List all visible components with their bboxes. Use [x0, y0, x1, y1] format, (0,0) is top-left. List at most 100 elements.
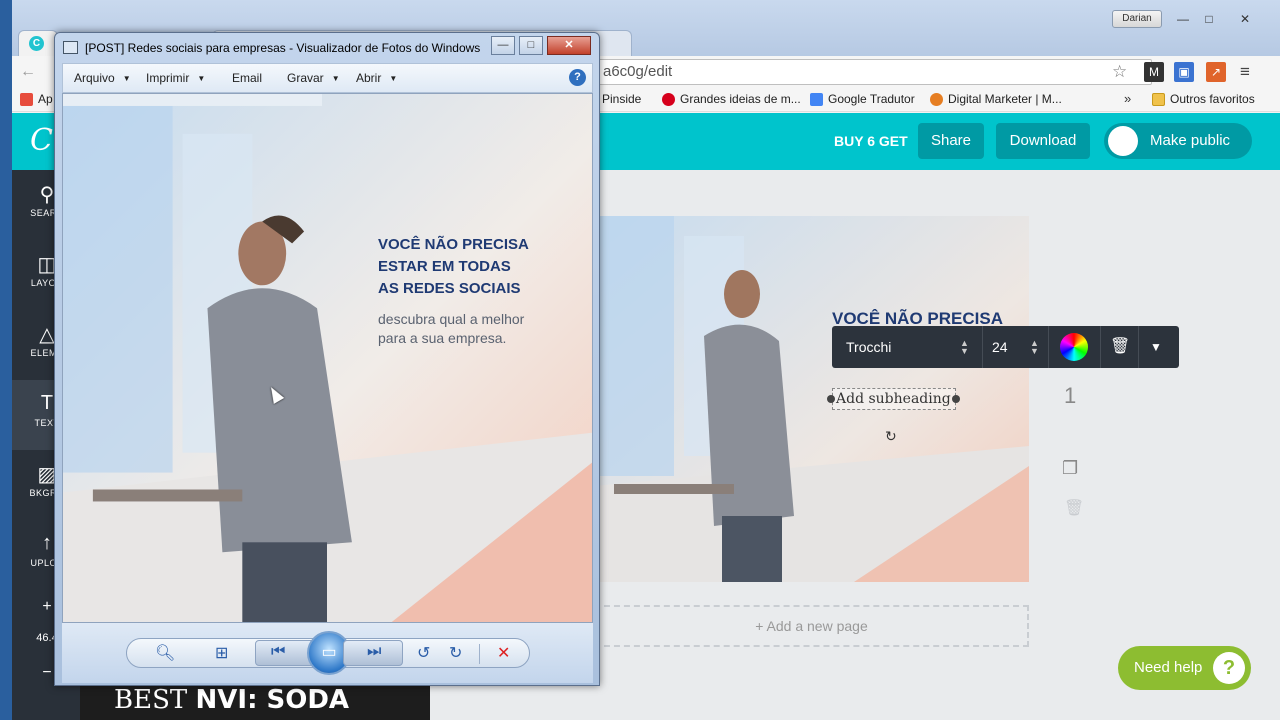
toggle-knob: [1108, 126, 1138, 156]
bookmark-star-icon[interactable]: ☆: [1112, 62, 1127, 82]
make-public-toggle[interactable]: Make public: [1104, 123, 1252, 159]
resize-handle-left[interactable]: [827, 395, 835, 403]
dropdown-arrow-icon: ▼: [197, 74, 206, 84]
resize-handle-right[interactable]: [952, 395, 960, 403]
add-page-button[interactable]: + Add a new page: [594, 605, 1029, 647]
menu-label: Abrir: [356, 71, 382, 85]
bookmark-google-tradutor[interactable]: Google Tradutor: [810, 92, 915, 106]
rotate-right-icon[interactable]: ↻: [449, 643, 462, 663]
menu-imprimir[interactable]: Imprimir ▼: [146, 71, 205, 85]
bookmark-digital-marketer[interactable]: Digital Marketer | M...: [930, 92, 1062, 106]
close-icon[interactable]: ✕: [1232, 10, 1258, 28]
bookmark-label: Outros favoritos: [1170, 92, 1255, 106]
text-format-toolbar: Trocchi ▲ ▼ 24 ▲ ▼ 🗑 ▼: [832, 326, 1179, 368]
menu-label: Email: [232, 71, 263, 85]
menu-gravar[interactable]: Gravar ▼: [287, 71, 340, 85]
toolbar-divider: [1048, 326, 1049, 368]
dropdown-arrow-icon: ▼: [389, 74, 398, 84]
promo-text[interactable]: BUY 6 GET: [834, 133, 908, 149]
zoom-magnifier-icon[interactable]: 🔍︎: [155, 643, 175, 663]
need-help-button[interactable]: Need help ?: [1118, 646, 1251, 690]
menu-abrir[interactable]: Abrir ▼: [356, 71, 397, 85]
viewer-menubar: Arquivo ▼ Imprimir ▼ Email Gravar ▼ Abrir ▼ …: [62, 63, 593, 93]
thumbnail-bold-text: NVI: SODA: [195, 685, 350, 715]
toolbar-divider: [1138, 326, 1139, 368]
bookmark-apps[interactable]: Ap: [20, 92, 53, 106]
dropdown-arrow-icon: ▼: [122, 74, 131, 84]
font-size-stepper-icon[interactable]: ▲ ▼: [1030, 339, 1039, 356]
font-select-chevron-icon[interactable]: ▲ ▼: [960, 339, 969, 356]
need-help-label: Need help: [1134, 659, 1203, 676]
menu-label: Arquivo: [74, 71, 115, 85]
post-photo: [63, 94, 592, 622]
font-family-select[interactable]: Trocchi: [846, 326, 891, 368]
toolbar-divider: [982, 326, 983, 368]
back-arrow-icon[interactable]: ←: [18, 62, 38, 82]
delete-trash-icon[interactable]: 🗑: [1110, 326, 1130, 368]
apps-grid-icon: [20, 92, 33, 106]
delete-page-icon[interactable]: 🗑: [1064, 498, 1084, 518]
text-color-picker-icon[interactable]: [1060, 333, 1088, 361]
help-icon[interactable]: ?: [569, 69, 586, 86]
extension-chart-icon[interactable]: ↗: [1206, 62, 1226, 82]
bookmark-grandes-ideias[interactable]: Grandes ideias de m...: [662, 92, 801, 106]
extension-m-icon[interactable]: M: [1144, 62, 1164, 82]
page-number: 1: [1064, 383, 1077, 408]
delete-x-icon[interactable]: ✕: [497, 643, 510, 663]
control-divider: [479, 644, 480, 664]
make-public-label: Make public: [1150, 132, 1231, 149]
next-image-icon[interactable]: ⏭: [367, 643, 381, 661]
post-heading-line: AS REDES SOCIAIS: [378, 280, 521, 297]
bookmark-label: Google Tradutor: [828, 92, 915, 106]
folder-icon: [1152, 92, 1165, 106]
grandes-ideias-icon: [662, 92, 675, 106]
thumbnail-text: BEST: [114, 685, 188, 715]
browser-tab[interactable]: C: [18, 30, 58, 56]
post-sub-line: para a sua empresa.: [378, 330, 507, 346]
post-heading-line: VOCÊ NÃO PRECISA: [378, 236, 529, 253]
profile-button[interactable]: Darian: [1112, 10, 1162, 28]
menu-email[interactable]: Email: [232, 71, 262, 85]
post-subheading: descubra qual a melhor para a sua empres…: [378, 310, 524, 348]
duplicate-page-icon[interactable]: ❐: [1062, 458, 1084, 480]
viewer-image: VOCÊ NÃO PRECISA ESTAR EM TODAS AS REDES…: [62, 93, 593, 623]
bookmark-label: Ap: [38, 92, 53, 106]
chrome-menu-icon[interactable]: ≡: [1240, 62, 1250, 82]
subheading-text-box[interactable]: Add subheading: [832, 388, 956, 410]
bookmark-pinside[interactable]: Pinside: [602, 92, 641, 106]
rotate-left-icon[interactable]: ↺: [417, 643, 430, 663]
design-photo: [594, 216, 1029, 582]
actual-size-icon[interactable]: ⊞: [215, 643, 228, 663]
share-button[interactable]: Share: [918, 123, 984, 159]
viewer-close-icon[interactable]: ✕: [547, 36, 591, 55]
maximize-icon[interactable]: □: [1196, 10, 1222, 28]
menu-arquivo[interactable]: Arquivo ▼: [74, 71, 131, 85]
bookmark-label: Grandes ideias de m...: [680, 92, 801, 106]
rotate-handle-icon[interactable]: ↻: [885, 428, 897, 445]
extension-cast-icon[interactable]: ▣: [1174, 62, 1194, 82]
photo-viewer-app-icon: [63, 41, 78, 54]
post-heading-line: ESTAR EM TODAS: [378, 258, 511, 275]
bookmarks-overflow-icon[interactable]: »: [1124, 91, 1131, 106]
minimize-icon[interactable]: —: [1170, 10, 1196, 28]
post-heading: VOCÊ NÃO PRECISA ESTAR EM TODAS AS REDES…: [378, 234, 529, 300]
canva-favicon-icon: C: [29, 36, 44, 51]
viewer-maximize-icon[interactable]: □: [519, 36, 543, 55]
address-bar[interactable]: a6c0g/edit: [592, 59, 1152, 85]
viewer-minimize-icon[interactable]: —: [491, 36, 515, 55]
bookmark-other-folder[interactable]: Outros favoritos: [1152, 92, 1255, 106]
viewer-title: [POST] Redes sociais para empresas - Vis…: [85, 41, 481, 55]
dropdown-arrow-icon: ▼: [331, 74, 340, 84]
post-sub-line: descubra qual a melhor: [378, 311, 525, 327]
help-question-icon: ?: [1213, 652, 1245, 684]
design-canvas[interactable]: [594, 216, 1029, 582]
more-options-chevron-icon[interactable]: ▼: [1150, 326, 1162, 368]
download-button[interactable]: Download: [996, 123, 1090, 159]
font-size-input[interactable]: 24: [992, 326, 1008, 368]
menu-label: Imprimir: [146, 71, 190, 85]
template-thumbnail[interactable]: BEST NVI: SODA: [80, 680, 430, 720]
viewer-controls-bar: 🔍︎ ⊞ ⏮ ▭ ⏭ ↺ ↻ ✕: [62, 623, 593, 683]
previous-image-icon[interactable]: ⏮: [271, 643, 285, 661]
viewer-control-strip: 🔍︎ ⊞ ⏮ ▭ ⏭ ↺ ↻ ✕: [126, 631, 530, 675]
google-translate-icon: [810, 92, 823, 106]
